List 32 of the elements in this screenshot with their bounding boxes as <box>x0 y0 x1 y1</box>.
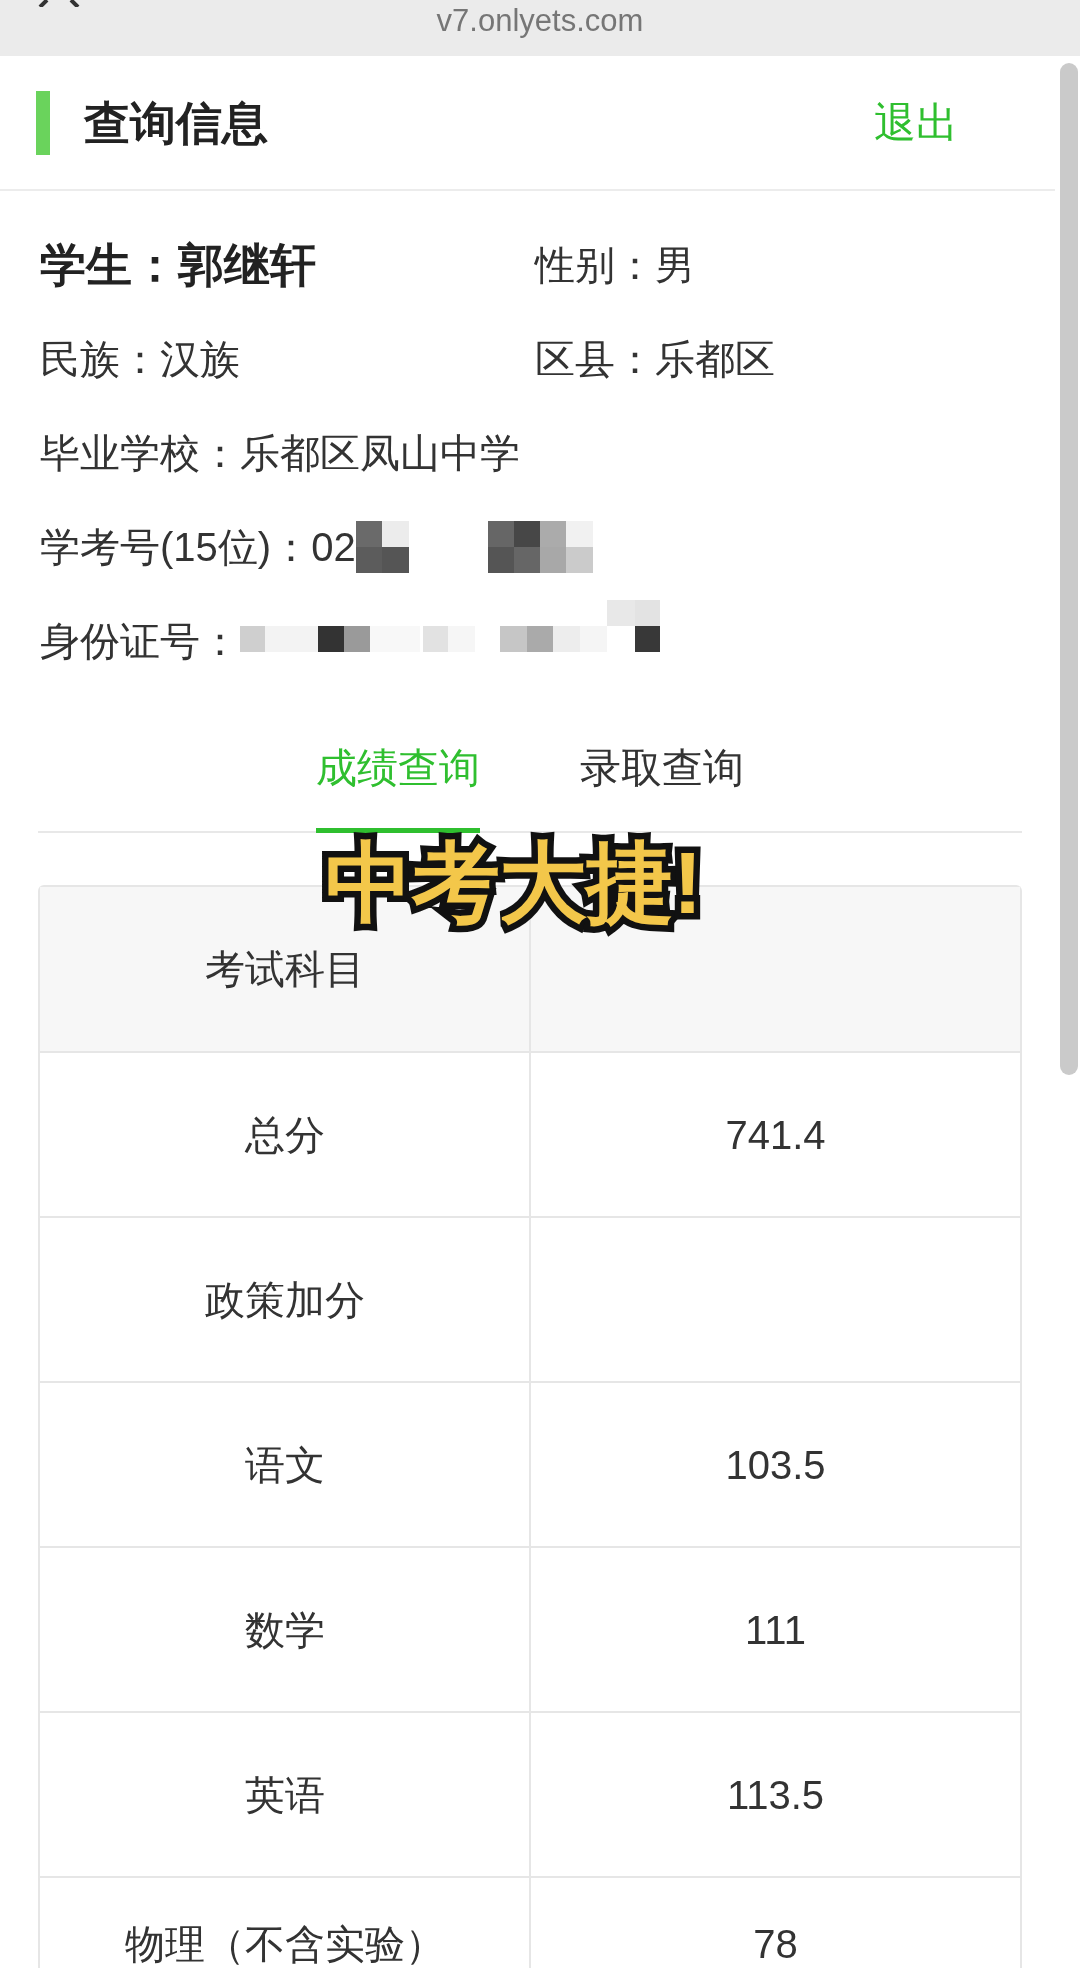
table-cell: 数学 <box>40 1548 531 1711</box>
info-label: 毕业学校： <box>40 430 240 477</box>
info-value: 汉族 <box>160 336 240 383</box>
tab[interactable]: 成绩查询 <box>316 720 480 833</box>
info-value: 乐都区凤山中学 <box>240 430 520 477</box>
table-cell-text: 103.5 <box>724 1441 827 1489</box>
info-value: 02 <box>311 524 356 571</box>
info-label: 性别： <box>535 242 655 289</box>
info-value: 乐都区 <box>655 336 775 383</box>
info-value: 男 <box>655 242 695 289</box>
info-label: 学考号(15位)： <box>40 524 312 571</box>
page-title: 查询信息 <box>84 95 268 151</box>
table-cell-text: 113.5 <box>725 1771 826 1819</box>
info-label: 区县： <box>535 336 655 383</box>
info-label: 民族： <box>40 336 160 383</box>
logout-link[interactable]: 退出 <box>874 96 958 149</box>
table-cell: 语文 <box>40 1383 531 1546</box>
table-cell: 英语 <box>40 1713 531 1876</box>
student-name-label: 学生： <box>40 238 178 293</box>
url-text: v7.onlyets.com <box>436 2 644 40</box>
info-label: 身份证号： <box>40 618 240 665</box>
table-cell-text: 111 <box>744 1606 807 1654</box>
table-cell-text: 741.4 <box>724 1111 827 1159</box>
tab[interactable]: 录取查询 <box>580 720 744 833</box>
scrollbar-thumb[interactable] <box>1060 63 1078 1075</box>
table-cell: 物理（不含实验） <box>40 1878 531 1968</box>
table-cell: 政策加分 <box>40 1218 531 1381</box>
accent-bar <box>36 90 50 155</box>
close-icon[interactable] <box>37 0 81 7</box>
table-cell: 总分 <box>40 1053 531 1216</box>
table-cell-text: 78 <box>752 1921 799 1968</box>
student-name: 郭继轩 <box>178 238 316 293</box>
